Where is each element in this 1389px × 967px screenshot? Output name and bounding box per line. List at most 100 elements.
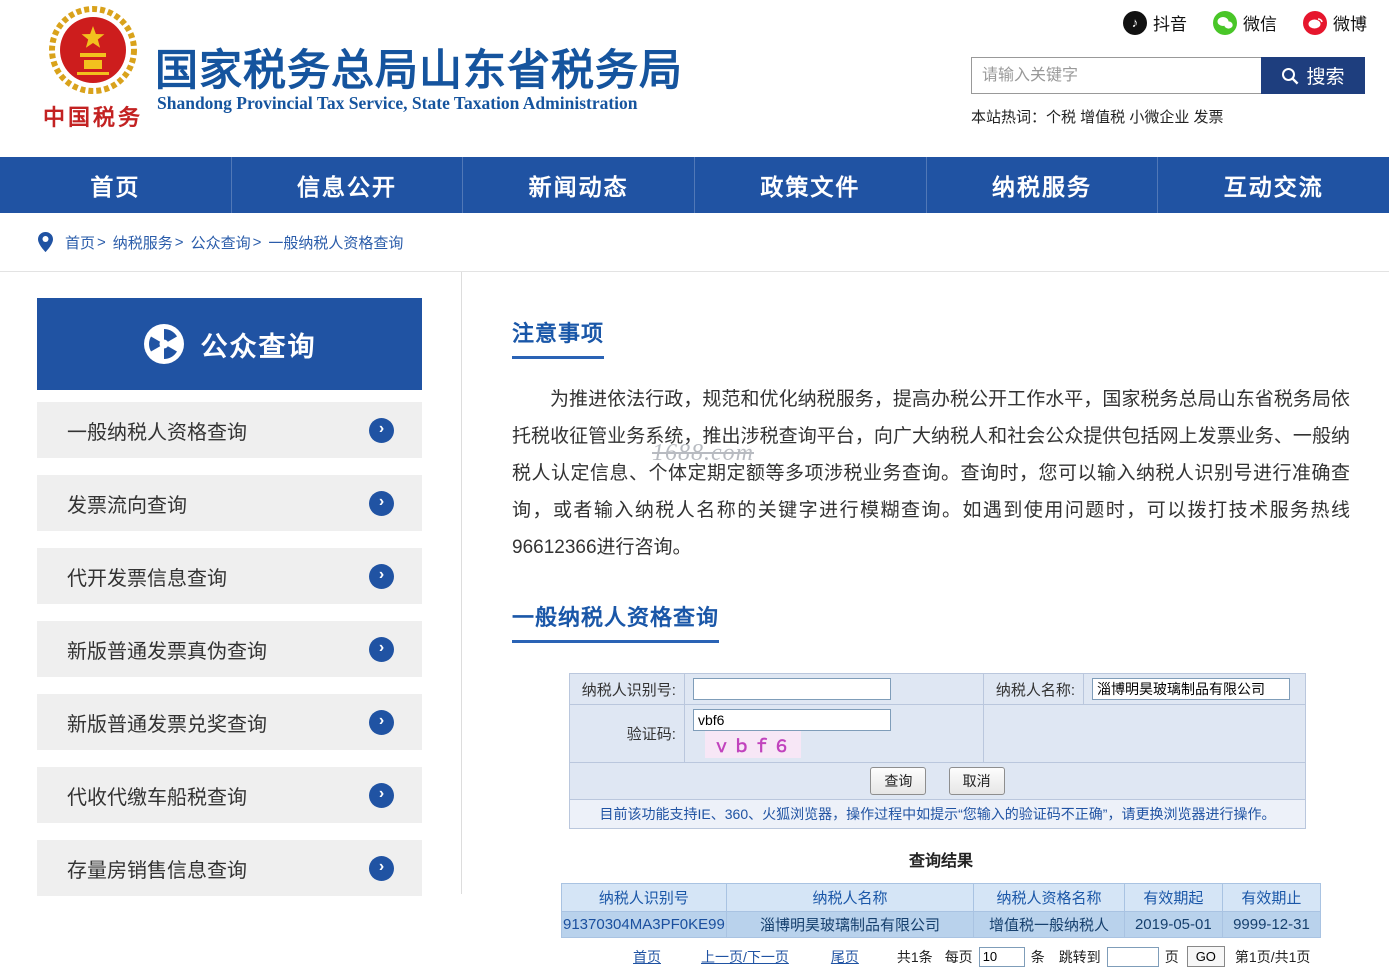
sidebar-item-invoice-lottery-query[interactable]: 新版普通发票兑奖查询 › bbox=[37, 694, 422, 750]
pagination: 首页 上一页/下一页 尾页 共1条 每页 条 跳转到 页 GO 第1页/共1页 bbox=[610, 946, 1370, 967]
search-button[interactable]: 搜索 bbox=[1261, 57, 1365, 94]
taxpayer-id-label: 纳税人识别号: bbox=[569, 673, 685, 705]
first-page-link[interactable]: 首页 bbox=[633, 947, 661, 967]
results-header-taxpayer-id: 纳税人识别号 bbox=[561, 883, 727, 912]
breadcrumb-item-tax-service[interactable]: 纳税服务 bbox=[113, 232, 173, 253]
logo-text: 中国税务 bbox=[42, 105, 143, 130]
chevron-right-icon: › bbox=[369, 636, 394, 662]
jump-unit: 页 bbox=[1164, 948, 1179, 965]
social-weibo[interactable]: 微博 bbox=[1303, 10, 1367, 35]
sidebar-item-vehicle-vessel-tax-query[interactable]: 代收代缴车船税查询 › bbox=[37, 767, 422, 823]
hotwords: 本站热词：个税 增值税 小微企业 发票 bbox=[971, 109, 1224, 126]
results-section: 查询结果 纳税人识别号 纳税人名称 纳税人资格名称 有效期起 有效期止 9137… bbox=[561, 847, 1322, 967]
social-wechat[interactable]: 微信 bbox=[1213, 10, 1277, 35]
query-section-title: 一般纳税人资格查询 bbox=[512, 600, 720, 643]
browser-note: 目前该功能支持IE、360、火狐浏览器，操作过程中如提示“您输入的验证码不正确”… bbox=[569, 799, 1306, 829]
chevron-right-icon: › bbox=[369, 855, 394, 881]
sidebar-item-label: 新版普通发票真伪查询 bbox=[67, 640, 267, 663]
breadcrumb-item-current: 一般纳税人资格查询 bbox=[268, 234, 404, 252]
cancel-button[interactable]: 取消 bbox=[948, 767, 1005, 795]
breadcrumb-item-public-query[interactable]: 公众查询 bbox=[191, 232, 251, 253]
social-douyin[interactable]: ♪ 抖音 bbox=[1123, 10, 1187, 35]
captcha-input[interactable] bbox=[692, 709, 891, 731]
douyin-icon: ♪ bbox=[1123, 10, 1147, 35]
location-pin-icon bbox=[38, 232, 53, 252]
chevron-right-icon: › bbox=[369, 782, 394, 808]
page-info: 第1页/共1页 bbox=[1234, 948, 1311, 965]
sidebar-item-housing-sales-info-query[interactable]: 存量房销售信息查询 › bbox=[37, 840, 422, 896]
social-weibo-label: 微博 bbox=[1333, 15, 1367, 34]
breadcrumb-separator: > bbox=[252, 233, 262, 251]
results-table: 纳税人识别号 纳税人名称 纳税人资格名称 有效期起 有效期止 91370304M… bbox=[561, 883, 1322, 938]
sidebar-item-label: 发票流向查询 bbox=[67, 494, 187, 517]
site-logo: 中国税务 bbox=[34, 6, 152, 132]
captcha-label: 验证码: bbox=[569, 704, 685, 763]
query-button[interactable]: 查询 bbox=[870, 767, 927, 795]
per-page-input[interactable] bbox=[978, 946, 1025, 967]
nav-item-info-disclosure[interactable]: 信息公开 bbox=[232, 157, 464, 213]
sidebar-item-invoice-authenticity-query[interactable]: 新版普通发票真伪查询 › bbox=[37, 621, 422, 677]
jump-page-input[interactable] bbox=[1106, 946, 1159, 967]
site-title: 国家税务总局山东省税务局 bbox=[155, 47, 683, 95]
query-form: 纳税人识别号: 纳税人名称: 验证码: ｖｂｆ６ 查询 取消 目前该功能支持 bbox=[569, 673, 1306, 829]
result-cell-qualification: 增值税一般纳税人 bbox=[973, 911, 1125, 938]
sidebar-item-label: 代开发票信息查询 bbox=[67, 567, 227, 590]
nav-item-interaction[interactable]: 互动交流 bbox=[1158, 157, 1389, 213]
last-page-link[interactable]: 尾页 bbox=[831, 947, 859, 967]
nav-item-home[interactable]: 首页 bbox=[0, 157, 232, 213]
main-content: 1688.com 注意事项 为推进依法行政，规范和优化纳税服务，提高办税公开工作… bbox=[461, 272, 1389, 967]
search-button-label: 搜索 bbox=[1306, 67, 1345, 88]
sidebar-item-label: 新版普通发票兑奖查询 bbox=[67, 713, 267, 736]
sidebar-item-label: 一般纳税人资格查询 bbox=[67, 421, 247, 444]
go-button[interactable]: GO bbox=[1186, 946, 1225, 967]
chevron-right-icon: › bbox=[369, 709, 394, 735]
site-subtitle: Shandong Provincial Tax Service, State T… bbox=[157, 93, 638, 113]
site-header: 中国税务 国家税务总局山东省税务局 Shandong Provincial Ta… bbox=[0, 0, 1389, 157]
taxpayer-id-input[interactable] bbox=[692, 678, 891, 700]
sidebar-title: 公众查询 bbox=[200, 331, 317, 362]
breadcrumb-item-home[interactable]: 首页 bbox=[65, 232, 95, 253]
sidebar: 公众查询 一般纳税人资格查询 › 发票流向查询 › 代开发票信息查询 › 新版普… bbox=[37, 298, 422, 896]
total-count-label: 共1条 bbox=[896, 948, 933, 965]
result-cell-valid-from: 2019-05-01 bbox=[1123, 911, 1223, 938]
taxpayer-name-label: 纳税人名称: bbox=[983, 673, 1085, 705]
per-page-unit: 条 bbox=[1030, 948, 1045, 965]
results-title: 查询结果 bbox=[908, 853, 973, 870]
tax-emblem-icon bbox=[49, 6, 137, 94]
social-links: ♪ 抖音 微信 微博 bbox=[1123, 10, 1367, 35]
sidebar-item-invoice-flow-query[interactable]: 发票流向查询 › bbox=[37, 475, 422, 531]
social-wechat-label: 微信 bbox=[1243, 15, 1277, 34]
nav-item-tax-service[interactable]: 纳税服务 bbox=[927, 157, 1159, 213]
taxpayer-name-input[interactable] bbox=[1092, 678, 1291, 700]
result-cell-taxpayer-id: 91370304MA3PF0KE99 bbox=[561, 911, 727, 938]
breadcrumb: 首页 > 纳税服务 > 公众查询 > 一般纳税人资格查询 bbox=[0, 213, 1389, 272]
site-search: 搜索 bbox=[971, 57, 1365, 94]
nav-item-policy-documents[interactable]: 政策文件 bbox=[695, 157, 927, 213]
results-header-valid-from: 有效期起 bbox=[1123, 883, 1223, 912]
main-nav: 首页 信息公开 新闻动态 政策文件 纳税服务 互动交流 bbox=[0, 157, 1389, 213]
wechat-icon bbox=[1213, 10, 1237, 35]
notice-title: 注意事项 bbox=[512, 316, 605, 359]
captcha-row-spacer bbox=[983, 704, 1306, 763]
nav-item-news[interactable]: 新闻动态 bbox=[463, 157, 696, 213]
search-icon bbox=[1282, 67, 1299, 84]
sidebar-item-general-taxpayer-query[interactable]: 一般纳税人资格查询 › bbox=[37, 402, 422, 458]
breadcrumb-separator: > bbox=[174, 233, 184, 251]
chevron-right-icon: › bbox=[369, 490, 394, 516]
notice-text: 为推进依法行政，规范和优化纳税服务，提高办税公开工作水平，国家税务总局山东省税务… bbox=[512, 389, 1350, 558]
results-header-taxpayer-name: 纳税人名称 bbox=[725, 883, 975, 912]
search-input[interactable] bbox=[971, 57, 1261, 94]
table-row: 91370304MA3PF0KE99 淄博明昊玻璃制品有限公司 增值税一般纳税人… bbox=[561, 911, 1322, 938]
breadcrumb-separator: > bbox=[97, 233, 106, 251]
sidebar-item-issued-invoice-info-query[interactable]: 代开发票信息查询 › bbox=[37, 548, 422, 604]
chevron-right-icon: › bbox=[369, 563, 394, 589]
weibo-icon bbox=[1303, 10, 1327, 35]
per-page-label: 每页 bbox=[944, 948, 973, 965]
captcha-image[interactable]: ｖｂｆ６ bbox=[704, 731, 801, 758]
jump-label: 跳转到 bbox=[1058, 948, 1101, 965]
sidebar-item-label: 存量房销售信息查询 bbox=[67, 859, 247, 882]
prev-next-page-link[interactable]: 上一页/下一页 bbox=[701, 947, 789, 967]
results-header-valid-to: 有效期止 bbox=[1221, 883, 1322, 912]
public-query-icon bbox=[143, 324, 184, 364]
sidebar-header: 公众查询 bbox=[37, 298, 422, 390]
